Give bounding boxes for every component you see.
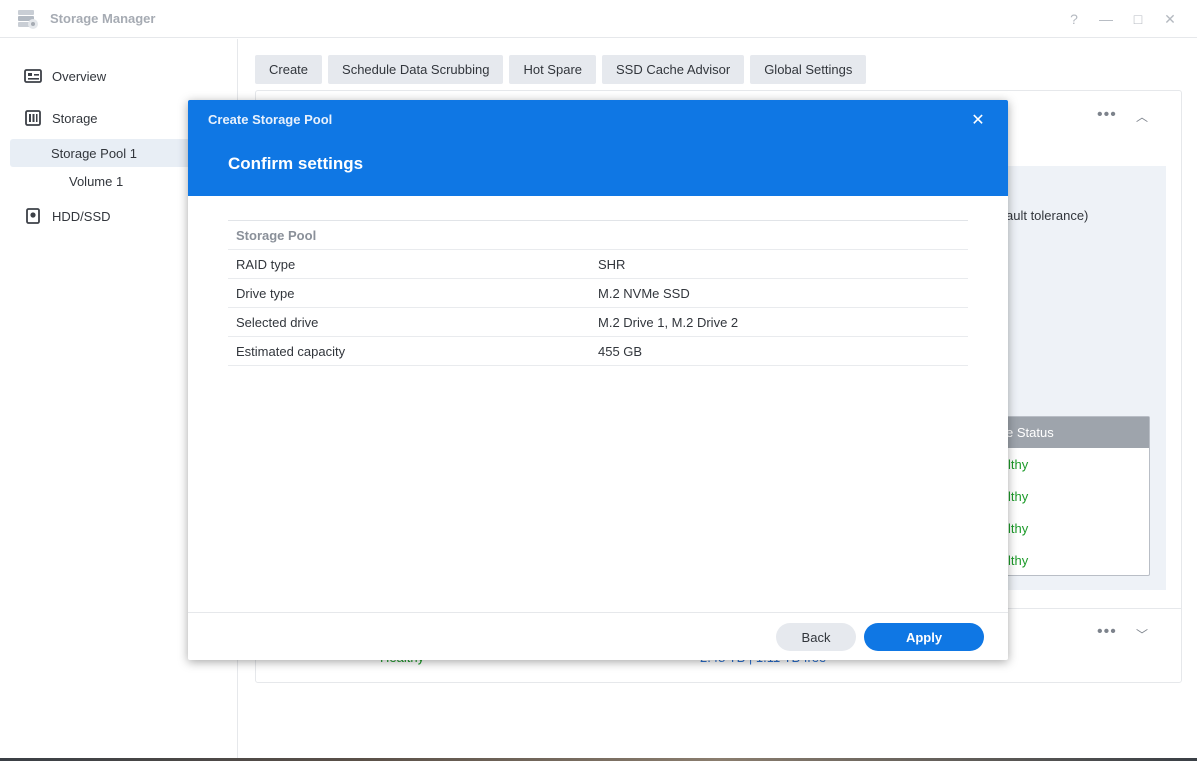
create-button[interactable]: Create [255, 55, 323, 84]
setting-key: Drive type [236, 285, 295, 301]
schedule-data-scrubbing-button[interactable]: Schedule Data Scrubbing [328, 55, 504, 84]
table-row: lthy [1008, 456, 1029, 472]
toolbar: Create Schedule Data Scrubbing Hot Spare… [255, 55, 867, 84]
fault-tolerance-text: ault tolerance) [1006, 208, 1089, 223]
setting-value: SHR [598, 256, 626, 272]
table-row: lthy [1008, 488, 1029, 504]
sidebar-item-overview[interactable]: Overview [10, 62, 228, 90]
settings-summary: Storage Pool RAID type SHR Drive type M.… [228, 220, 968, 366]
hot-spare-button[interactable]: Hot Spare [509, 55, 597, 84]
table-row: Estimated capacity 455 GB [228, 337, 968, 366]
maximize-icon[interactable]: □ [1128, 9, 1148, 29]
create-storage-pool-dialog: Create Storage Pool ✕ Confirm settings S… [188, 100, 1008, 660]
setting-value: M.2 NVMe SSD [598, 285, 690, 301]
app-title: Storage Manager [50, 11, 156, 26]
dialog-header: Create Storage Pool ✕ Confirm settings [188, 100, 1008, 196]
table-row: Drive type M.2 NVMe SSD [228, 279, 968, 308]
chevron-up-icon[interactable]: ︿ [1136, 108, 1148, 125]
divider [985, 608, 1182, 609]
chevron-down-icon[interactable]: ﹀ [1136, 626, 1148, 643]
drive-status-table: e Status lthy lthy lthy lthy [985, 416, 1150, 576]
back-button[interactable]: Back [776, 623, 856, 651]
drive-icon [24, 207, 42, 225]
storage-manager-app-icon [18, 10, 38, 29]
overview-icon [24, 67, 42, 85]
sidebar-item-label: Storage [52, 110, 98, 126]
ssd-cache-advisor-button[interactable]: SSD Cache Advisor [602, 55, 745, 84]
more-options-icon[interactable]: ••• [1097, 106, 1117, 124]
more-options-icon[interactable]: ••• [1097, 623, 1117, 641]
dialog-title: Create Storage Pool [208, 112, 333, 127]
setting-value: M.2 Drive 1, M.2 Drive 2 [598, 314, 739, 330]
close-window-icon[interactable]: ✕ [1160, 9, 1180, 29]
setting-key: Estimated capacity [236, 343, 346, 359]
table-row: RAID type SHR [228, 250, 968, 279]
table-row: Selected drive M.2 Drive 1, M.2 Drive 2 [228, 308, 968, 337]
table-header: e Status [986, 417, 1149, 448]
table-row: lthy [1008, 552, 1029, 568]
dialog-heading: Confirm settings [228, 154, 364, 173]
setting-value: 455 GB [598, 343, 643, 359]
setting-key: Selected drive [236, 314, 319, 330]
global-settings-button[interactable]: Global Settings [750, 55, 867, 84]
help-icon[interactable]: ? [1064, 9, 1084, 29]
apply-button[interactable]: Apply [864, 623, 984, 651]
sidebar-item-label: Storage Pool 1 [51, 145, 138, 161]
sidebar-item-label: Volume 1 [69, 173, 124, 189]
close-icon[interactable]: ✕ [968, 110, 988, 130]
minimize-icon[interactable]: — [1096, 9, 1116, 29]
setting-key: RAID type [236, 256, 296, 272]
sidebar-item-label: HDD/SSD [52, 208, 111, 224]
dialog-footer: Back Apply [188, 612, 1008, 660]
storage-icon [24, 109, 42, 127]
section-header: Storage Pool [228, 221, 968, 250]
table-row: lthy [1008, 520, 1029, 536]
title-bar: Storage Manager ? — □ ✕ [0, 0, 1197, 38]
sidebar-item-label: Overview [52, 68, 107, 84]
